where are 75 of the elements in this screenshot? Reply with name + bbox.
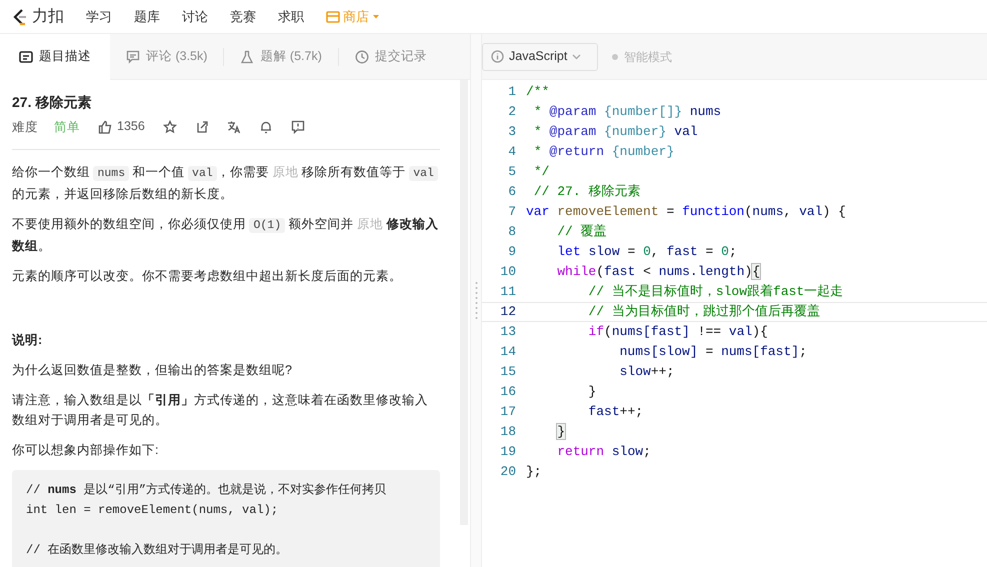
line-number: 3 [507, 123, 517, 141]
code-line: * @param {number} val [532, 123, 698, 141]
logo-icon [12, 8, 28, 26]
comment-icon [126, 50, 140, 64]
code-line: let slow = 0, fast = 0; [556, 243, 737, 261]
line-number: 10 [499, 263, 517, 281]
code-line: }; [526, 463, 542, 481]
nav-link[interactable]: 学习 [86, 6, 112, 26]
line-number: 9 [507, 243, 517, 261]
line-number: 11 [499, 283, 517, 301]
code-line: */ [532, 163, 550, 181]
nav-link[interactable]: 求职 [278, 6, 304, 26]
code-line: /** [526, 83, 550, 101]
chevron-icon [572, 54, 582, 60]
document-icon [19, 50, 33, 64]
code-line: } [587, 383, 596, 401]
line-number: 6 [507, 183, 517, 201]
paragraph: 元素的顺序可以改变。你不需要考虑数组中超出新长度后面的元素。 [12, 268, 403, 285]
star-button[interactable] [162, 120, 177, 134]
line-number: 7 [507, 203, 517, 221]
like-button[interactable]: 1356 [98, 117, 145, 136]
line-number: 8 [507, 223, 517, 241]
thumbs-up-icon [98, 120, 113, 134]
line-number: 15 [499, 363, 517, 381]
code-line: * @return {number} [532, 143, 674, 161]
code-line: * @param {number[]} nums [532, 103, 722, 121]
line-number: 13 [499, 323, 517, 341]
problem-title: 27. 移除元素 [12, 94, 92, 111]
line-number: 16 [499, 383, 517, 401]
paragraph: 请注意，输入数组是以「引用」方式传递的，这意味着在函数里修改输入数组对于调用者是可见的。 [12, 392, 429, 429]
code-line: // 27. 移除元素 [532, 183, 640, 201]
line-number: 4 [507, 143, 517, 161]
logo-text: 力扣 [32, 6, 64, 26]
line-number: 19 [499, 443, 517, 461]
line-number: 17 [499, 403, 517, 421]
code-line: slow++; [618, 363, 674, 381]
nav-link[interactable]: 竞赛 [230, 6, 256, 26]
line-number: 14 [499, 343, 517, 361]
language-select[interactable]: JavaScript [482, 42, 598, 70]
store-icon [326, 10, 340, 22]
code-line: nums[slow] = nums[fast]; [618, 343, 807, 361]
paragraph: 给你一个数组 nums 和一个值 val ，你需要 原地 移除所有数值等于 val 的元素，并返回移除后数组的新长度。 [12, 162, 440, 204]
caret-icon [372, 14, 380, 20]
share-button[interactable] [194, 120, 209, 134]
code-line: return slow; [556, 443, 651, 461]
clock-icon [354, 50, 369, 64]
nav-link[interactable]: 讨论 [182, 6, 208, 26]
bell-button[interactable] [258, 120, 273, 134]
code-line: while(fast < nums.length){ [556, 263, 760, 281]
line-number: 1 [507, 83, 517, 101]
feedback-button[interactable] [290, 120, 305, 134]
code-line: // 当为目标值时，跳过那个值后再覆盖 [587, 303, 820, 321]
line-number: 20 [499, 463, 517, 481]
tab[interactable]: 题目描述 [0, 34, 110, 80]
code-line: var removeElement = function(nums, val) { [526, 203, 846, 221]
code-line: // 当不是目标值时，slow跟着fast一起走 [587, 283, 844, 301]
line-number: 2 [507, 103, 517, 121]
paragraph: 为什么返回数值是整数，但输出的答案是数组呢? [12, 362, 293, 379]
line-number: 12 [499, 303, 517, 321]
line-number: 5 [507, 163, 517, 181]
code-line: fast++; [587, 403, 644, 421]
code-line: if(nums[fast] !== val){ [587, 323, 768, 341]
code-example: // nums 是以“引用”方式传递的。也就是说，不对实参作任何拷贝 int len = removeElement(nums, val); // 在函数里修改输入数组对于调用者是可见的。 [12, 470, 440, 567]
line-number: 18 [499, 423, 517, 441]
nav-link[interactable]: 题库 [134, 6, 160, 26]
info-icon [491, 50, 504, 63]
code-line: // 覆盖 [556, 223, 607, 241]
translate-button[interactable] [226, 120, 241, 134]
paragraph: 不要使用额外的数组空间，你必须仅使用 O(1) 额外空间并 原地 修改输入数组。 [12, 216, 440, 255]
splitter-handle[interactable] [470, 34, 482, 567]
difficulty-label: 难度 [12, 118, 38, 136]
paragraph: 你可以想象内部操作如下: [12, 442, 160, 459]
note-heading: 说明: [12, 332, 44, 349]
flask-icon [240, 50, 254, 64]
difficulty-value: 简单 [54, 118, 80, 136]
